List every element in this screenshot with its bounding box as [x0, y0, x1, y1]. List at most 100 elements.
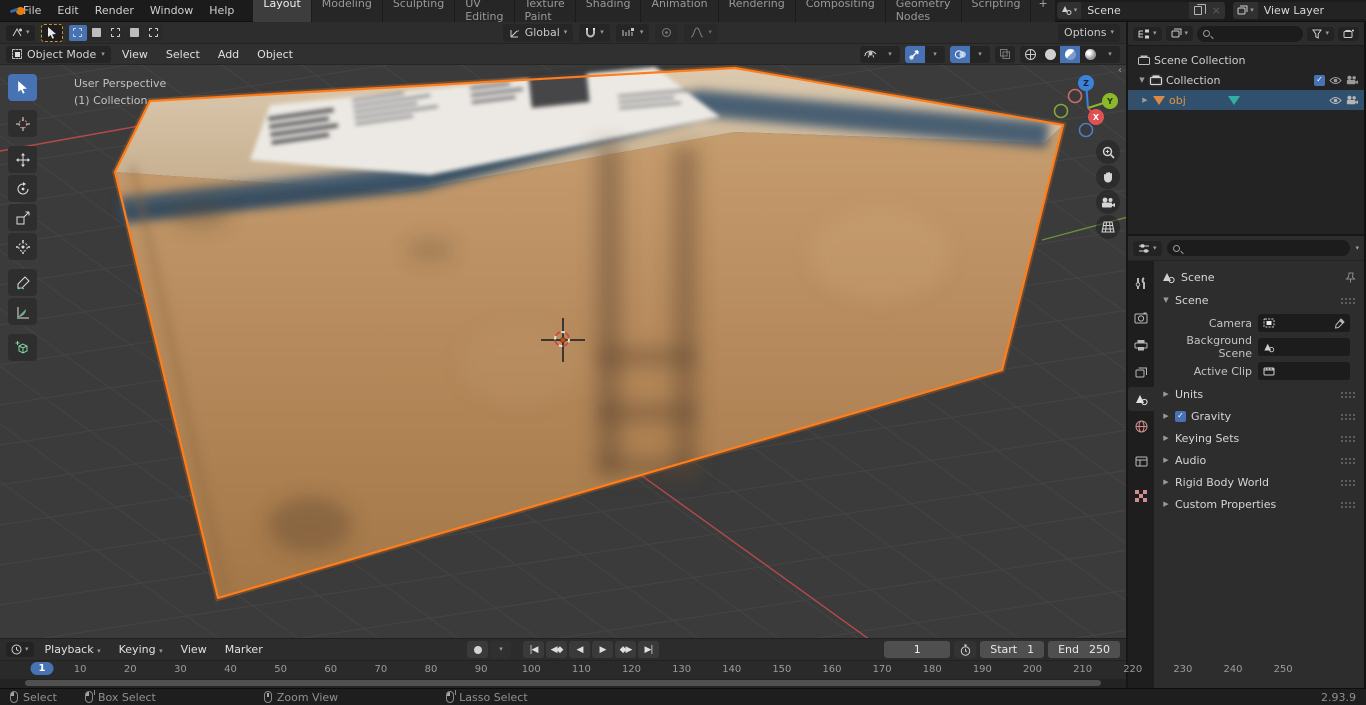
scene-delete-button[interactable]: × — [1207, 2, 1226, 19]
menu-window[interactable]: Window — [143, 2, 200, 19]
timeline-menu-keying[interactable]: Keying ▾ — [112, 641, 170, 658]
axis-negative-y-ball[interactable] — [1053, 103, 1069, 119]
proportional-falloff-dropdown[interactable]: ▾ — [684, 23, 718, 42]
panel-units[interactable]: ▶ Units — [1154, 383, 1364, 405]
snap-toggle[interactable]: ▾ — [579, 23, 610, 42]
tool-move[interactable] — [8, 146, 37, 173]
tab-object-properties[interactable] — [1128, 449, 1154, 473]
tab-tool-properties[interactable] — [1128, 271, 1154, 295]
use-preview-range-button[interactable] — [954, 641, 977, 658]
background-scene-field[interactable] — [1258, 338, 1350, 356]
scene-browse-button[interactable]: ▾ — [1056, 2, 1082, 19]
camera-view-button[interactable] — [1096, 190, 1120, 214]
xray-toggle[interactable] — [995, 46, 1015, 63]
expand-arrow-icon[interactable]: ▶ — [1141, 96, 1149, 104]
keying-dropdown[interactable]: ▾ — [490, 641, 511, 658]
viewport-menu-object[interactable]: Object — [250, 46, 300, 63]
camera-icon[interactable] — [1346, 95, 1358, 105]
panel-custom-properties[interactable]: ▶ Custom Properties — [1154, 493, 1364, 515]
select-mode-new[interactable] — [68, 24, 87, 41]
axis-negative-x-ball[interactable] — [1067, 88, 1083, 104]
tab-render-properties[interactable] — [1128, 306, 1154, 330]
outliner-editor-selector[interactable]: ▾ — [1133, 26, 1162, 41]
drag-handle-icon[interactable] — [1340, 296, 1356, 304]
current-frame-field[interactable]: 1 — [884, 641, 951, 658]
panel-gravity[interactable]: ▶ ✓ Gravity — [1154, 405, 1364, 427]
navigation-gizmo[interactable]: Z Y X — [1050, 70, 1126, 146]
drag-handle-icon[interactable] — [1340, 456, 1356, 464]
play-reverse-button[interactable]: ◀ — [569, 641, 590, 658]
frame-end-field[interactable]: End 250 — [1048, 641, 1120, 658]
timeline-menu-playback[interactable]: Playback ▾ — [38, 641, 108, 658]
outliner-row-obj[interactable]: ▶ obj — [1128, 90, 1364, 110]
timeline-menu-marker[interactable]: Marker — [218, 641, 270, 658]
drag-handle-icon[interactable] — [1340, 478, 1356, 486]
shading-dropdown[interactable]: ▾ — [1100, 46, 1120, 63]
viewport-3d[interactable]: User Perspective (1) Collection ‹ Z Y X — [0, 65, 1126, 638]
editor-type-selector[interactable]: ▾ — [6, 24, 35, 41]
overlays-dropdown[interactable]: ▾ — [970, 46, 990, 63]
jump-to-end-button[interactable]: ▶| — [638, 641, 659, 658]
tool-scale[interactable] — [8, 204, 37, 231]
select-mode-intersect[interactable] — [144, 24, 163, 41]
outliner-filter-dropdown[interactable]: ▾ — [1307, 26, 1334, 41]
active-tool-select-box[interactable] — [40, 23, 63, 42]
next-keyframe-button[interactable]: ◆▶ — [615, 641, 636, 658]
menu-edit[interactable]: Edit — [50, 2, 85, 19]
options-dropdown[interactable]: Options ▾ — [1058, 23, 1120, 42]
transform-orientation-dropdown[interactable]: Global ▾ — [502, 23, 574, 42]
gravity-checkbox[interactable]: ✓ — [1175, 410, 1186, 422]
proportional-editing-toggle[interactable] — [655, 23, 679, 42]
tool-transform[interactable] — [8, 233, 37, 260]
play-button[interactable]: ▶ — [592, 641, 613, 658]
expand-arrow-icon[interactable]: ▼ — [1138, 76, 1146, 84]
panel-scene[interactable]: ▼ Scene — [1154, 289, 1364, 311]
tool-measure[interactable] — [8, 298, 37, 325]
timeline-ruler[interactable]: 1 10 20 30 40 50 60 70 80 90 100 110 120 130 140 150 16… — [0, 660, 1293, 679]
box-object[interactable] — [111, 65, 1067, 602]
scene-name[interactable]: Scene — [1081, 2, 1190, 19]
view-layer-browse-button[interactable]: ▾ — [1233, 2, 1258, 19]
tool-add-cube[interactable] — [8, 334, 37, 361]
scene-new-button[interactable] — [1189, 2, 1208, 19]
pan-view-button[interactable] — [1096, 165, 1120, 189]
view-layer-name[interactable]: View Layer — [1257, 2, 1366, 19]
tab-scene-properties[interactable] — [1128, 387, 1154, 411]
drag-handle-icon[interactable] — [1340, 390, 1356, 398]
outliner-search-input[interactable] — [1197, 25, 1304, 42]
show-gizmo-toggle[interactable] — [905, 45, 925, 63]
gizmo-dropdown[interactable]: ▾ — [925, 46, 945, 63]
timeline-scrollbar[interactable] — [0, 679, 1126, 688]
timeline-menu-view[interactable]: View — [174, 641, 214, 658]
menu-help[interactable]: Help — [202, 2, 241, 19]
shading-wireframe-button[interactable] — [1020, 46, 1040, 63]
viewport-menu-select[interactable]: Select — [159, 46, 207, 63]
timeline-editor-selector[interactable]: ▾ — [6, 642, 34, 657]
panel-audio[interactable]: ▶ Audio — [1154, 449, 1364, 471]
zoom-view-button[interactable] — [1096, 140, 1120, 164]
viewport-menu-add[interactable]: Add — [211, 46, 246, 63]
properties-search-input[interactable] — [1166, 240, 1351, 256]
eye-icon[interactable] — [1329, 96, 1342, 105]
snap-with-dropdown[interactable]: ▾ — [615, 23, 650, 42]
jump-to-start-button[interactable]: |◀ — [523, 641, 544, 658]
tab-view-layer-properties[interactable] — [1128, 360, 1154, 384]
camera-icon[interactable] — [1346, 75, 1358, 85]
auto-keying-button[interactable] — [467, 641, 488, 658]
current-frame-badge[interactable]: 1 — [30, 662, 54, 675]
prev-keyframe-button[interactable]: ◀◆ — [546, 641, 567, 658]
outliner-row-scene-collection[interactable]: Scene Collection — [1128, 50, 1364, 70]
scrollbar-thumb[interactable] — [25, 680, 1101, 686]
frame-start-field[interactable]: Start 1 — [980, 641, 1045, 658]
drag-handle-icon[interactable] — [1340, 500, 1356, 508]
select-mode-subtract[interactable] — [106, 24, 125, 41]
tab-texture-properties[interactable] — [1128, 484, 1154, 508]
properties-editor-selector[interactable]: ▾ — [1133, 240, 1162, 256]
new-collection-button[interactable] — [1338, 26, 1359, 41]
mode-selector[interactable]: Object Mode ▾ — [6, 45, 111, 63]
tab-output-properties[interactable] — [1128, 333, 1154, 357]
viewport-menu-view[interactable]: View — [115, 46, 155, 63]
eye-icon[interactable] — [1329, 76, 1342, 85]
tool-select-box[interactable] — [8, 74, 37, 101]
panel-keying-sets[interactable]: ▶ Keying Sets — [1154, 427, 1364, 449]
